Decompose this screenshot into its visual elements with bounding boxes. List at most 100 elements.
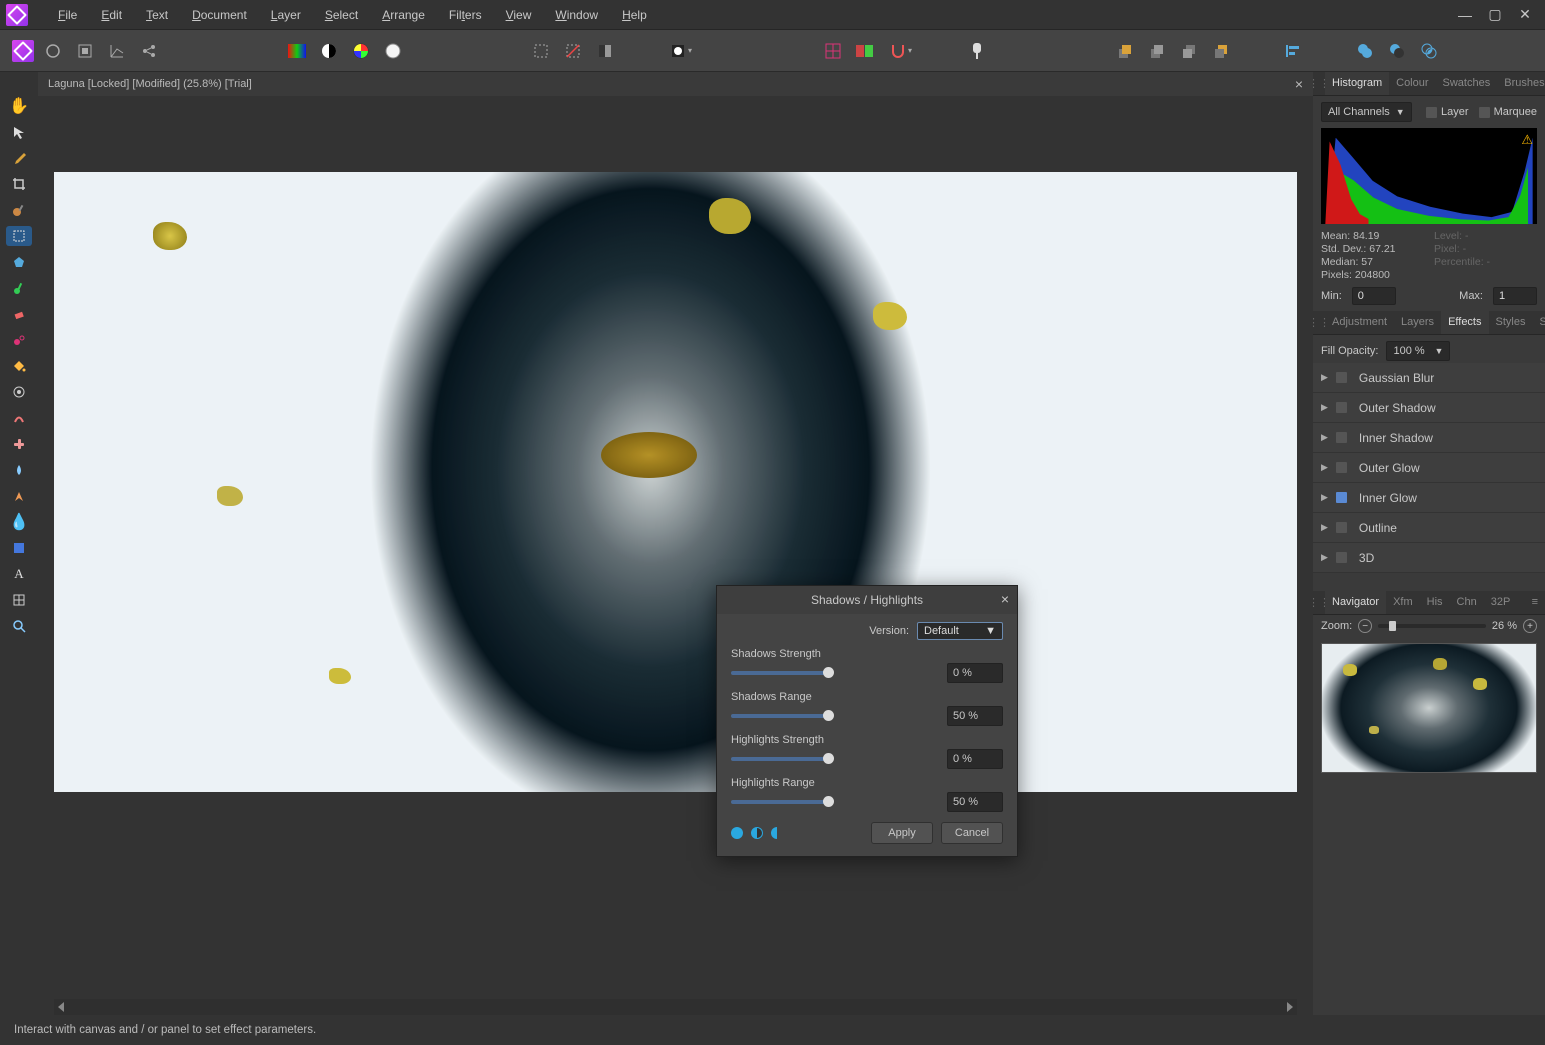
paint-brush-tool-icon[interactable] [6, 278, 32, 298]
mesh-tool-icon[interactable] [6, 590, 32, 610]
liquify-tool-icon[interactable] [6, 408, 32, 428]
menu-document[interactable]: Document [180, 2, 259, 28]
zoom-slider[interactable] [1378, 624, 1486, 628]
dialog-title-bar[interactable]: Shadows / Highlights × [717, 586, 1017, 614]
persona-export-icon[interactable] [136, 38, 162, 64]
highlights-strength-slider[interactable] [731, 757, 829, 761]
boolean-subtract-icon[interactable] [1384, 38, 1410, 64]
tab-32p[interactable]: 32P [1484, 591, 1518, 614]
menu-help[interactable]: Help [610, 2, 659, 28]
min-input[interactable] [1352, 287, 1396, 305]
tab-chn[interactable]: Chn [1450, 591, 1484, 614]
tab-colour[interactable]: Colour [1389, 72, 1435, 95]
select-all-icon[interactable] [528, 38, 554, 64]
tab-layers[interactable]: Layers [1394, 311, 1441, 334]
navigator-thumbnail[interactable] [1321, 643, 1537, 773]
dialog-close-icon[interactable]: × [1001, 591, 1009, 607]
menu-layer[interactable]: Layer [259, 2, 313, 28]
boolean-add-icon[interactable] [1352, 38, 1378, 64]
menu-text[interactable]: Text [134, 2, 180, 28]
tab-stock[interactable]: Stock [1532, 311, 1545, 334]
zoom-tool-icon[interactable] [6, 616, 32, 636]
arrange-backward-icon[interactable] [1176, 38, 1202, 64]
deselect-icon[interactable] [560, 38, 586, 64]
tab-styles[interactable]: Styles [1489, 311, 1533, 334]
tab-histogram[interactable]: Histogram [1325, 72, 1389, 95]
fill-opacity-dropdown[interactable]: 100 %▼ [1386, 341, 1450, 361]
panel-menu-icon[interactable]: ≡ [1525, 591, 1545, 614]
tab-swatches[interactable]: Swatches [1436, 72, 1498, 95]
preview-before-icon[interactable] [731, 827, 743, 839]
persona-tonemap-icon[interactable] [104, 38, 130, 64]
panel-handle-icon[interactable]: ⋮⋮ [1313, 311, 1325, 334]
zoom-out-button[interactable]: − [1358, 619, 1372, 633]
align-icon[interactable] [1280, 38, 1306, 64]
boolean-intersect-icon[interactable] [1416, 38, 1442, 64]
refine-icon[interactable] [852, 38, 878, 64]
colorpicker-tool-icon[interactable] [6, 148, 32, 168]
persona-develop-icon[interactable] [72, 38, 98, 64]
autocontrast-icon[interactable] [316, 38, 342, 64]
arrange-front-icon[interactable] [1112, 38, 1138, 64]
shadows-range-value[interactable]: 50 % [947, 706, 1003, 726]
fx-outer-glow[interactable]: ▶Outer Glow [1313, 453, 1545, 483]
cancel-button[interactable]: Cancel [941, 822, 1003, 844]
marquee-checkbox[interactable] [1479, 107, 1490, 118]
autocolor-icon[interactable] [348, 38, 374, 64]
menu-select[interactable]: Select [313, 2, 370, 28]
maximize-button[interactable]: ▢ [1487, 7, 1503, 23]
selection-brush-tool-icon[interactable] [6, 200, 32, 220]
highlights-strength-value[interactable]: 0 % [947, 749, 1003, 769]
persona-photo-icon[interactable] [12, 40, 34, 62]
menu-filters[interactable]: Filters [437, 2, 494, 28]
horizontal-scrollbar[interactable] [54, 999, 1297, 1015]
assistant-icon[interactable] [964, 38, 990, 64]
quickmask-icon[interactable]: ▾ [664, 38, 698, 64]
document-tab[interactable]: Laguna [Locked] [Modified] (25.8%) [Tria… [38, 72, 1313, 96]
fx-inner-shadow[interactable]: ▶Inner Shadow [1313, 423, 1545, 453]
erase-tool-icon[interactable] [6, 304, 32, 324]
apply-button[interactable]: Apply [871, 822, 933, 844]
flood-select-tool-icon[interactable] [6, 252, 32, 272]
marquee-tool-icon[interactable] [6, 226, 32, 246]
autowhite-icon[interactable] [380, 38, 406, 64]
zoom-in-button[interactable]: + [1523, 619, 1537, 633]
panel-handle-icon[interactable]: ⋮⋮ [1313, 72, 1325, 95]
fill-tool-icon[interactable] [6, 356, 32, 376]
menu-view[interactable]: View [494, 2, 544, 28]
layer-checkbox[interactable] [1426, 107, 1437, 118]
clone-tool-icon[interactable] [6, 330, 32, 350]
arrange-back-icon[interactable] [1208, 38, 1234, 64]
fx-inner-glow[interactable]: ▶Inner Glow [1313, 483, 1545, 513]
shadows-strength-value[interactable]: 0 % [947, 663, 1003, 683]
hand-tool-icon[interactable]: ✋ [6, 96, 32, 116]
snapping-icon[interactable]: ▾ [884, 38, 918, 64]
shape-tool-icon[interactable] [6, 538, 32, 558]
tab-brushes[interactable]: Brushes [1497, 72, 1545, 95]
preview-mirror-icon[interactable] [771, 827, 783, 839]
autolevels-icon[interactable] [284, 38, 310, 64]
dodge-tool-icon[interactable] [6, 382, 32, 402]
pen-tool-icon[interactable] [6, 486, 32, 506]
max-input[interactable] [1493, 287, 1537, 305]
grid-icon[interactable] [820, 38, 846, 64]
shadows-range-slider[interactable] [731, 714, 829, 718]
tab-navigator[interactable]: Navigator [1325, 591, 1386, 614]
document-close-icon[interactable]: × [1295, 76, 1303, 92]
fx-outer-shadow[interactable]: ▶Outer Shadow [1313, 393, 1545, 423]
tab-adjustment[interactable]: Adjustment [1325, 311, 1394, 334]
healing-tool-icon[interactable] [6, 434, 32, 454]
panel-handle-icon[interactable]: ⋮⋮ [1313, 591, 1325, 614]
invert-selection-icon[interactable] [592, 38, 618, 64]
close-window-button[interactable]: ✕ [1517, 7, 1533, 23]
tab-his[interactable]: His [1420, 591, 1450, 614]
tab-effects[interactable]: Effects [1441, 311, 1488, 334]
menu-edit[interactable]: Edit [89, 2, 134, 28]
blur-tool-icon[interactable] [6, 460, 32, 480]
preview-split-icon[interactable] [751, 827, 763, 839]
menu-file[interactable]: File [46, 2, 89, 28]
fx-outline[interactable]: ▶Outline [1313, 513, 1545, 543]
arrange-forward-icon[interactable] [1144, 38, 1170, 64]
crop-tool-icon[interactable] [6, 174, 32, 194]
fx-3d[interactable]: ▶3D [1313, 543, 1545, 573]
